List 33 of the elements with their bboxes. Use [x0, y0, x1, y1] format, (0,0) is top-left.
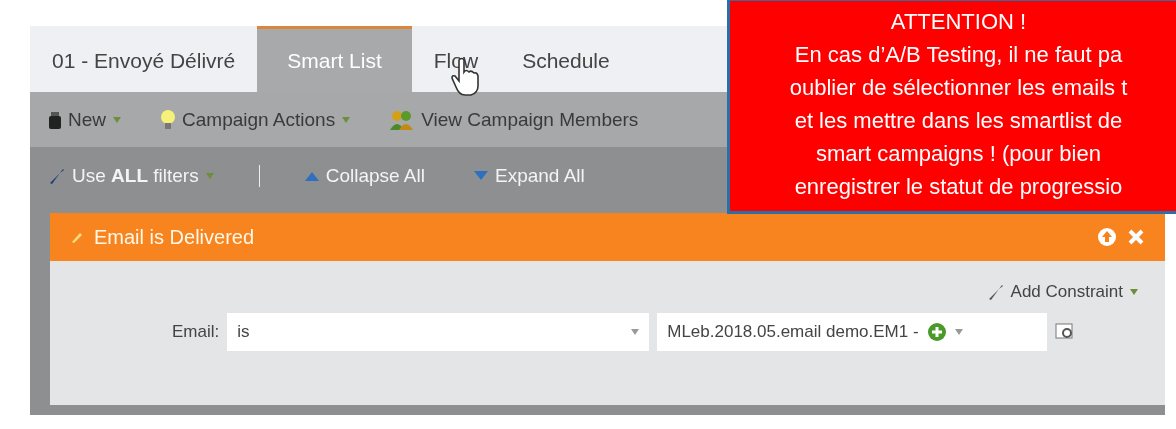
- toolbar-button[interactable]: Campaign Actions: [156, 104, 356, 135]
- lightbulb-icon: [160, 108, 176, 131]
- notice-text: En cas d’A/B Testing, il ne faut pa: [794, 41, 1123, 69]
- notice-title: ATTENTION !: [890, 8, 1027, 36]
- people-icon: [389, 108, 416, 131]
- collapse-all-button[interactable]: Collapse All: [299, 161, 429, 191]
- operator-dropdown[interactable]: is: [227, 313, 650, 351]
- add-icon[interactable]: [926, 322, 947, 342]
- tab[interactable]: Schedule: [500, 26, 632, 92]
- caret-icon: [1129, 288, 1139, 296]
- toolbar-button[interactable]: View Campaign Members: [385, 104, 643, 135]
- bin-icon: [48, 109, 62, 130]
- expand-all-button[interactable]: Expand All: [469, 161, 589, 191]
- toolbar-button[interactable]: New: [44, 104, 126, 135]
- add-constraint-button[interactable]: Add Constraint: [980, 281, 1145, 303]
- preview-icon[interactable]: [1055, 323, 1076, 341]
- field-label: Email:: [172, 322, 220, 342]
- expand-icon: [473, 170, 489, 182]
- close-icon[interactable]: [1127, 228, 1145, 246]
- notice-text: et les mettre dans les smartlist de: [794, 107, 1123, 135]
- notice-text: enregistrer le statut de progressio: [794, 173, 1123, 201]
- rule-menu[interactable]: Use ALL filters: [44, 161, 219, 191]
- tab[interactable]: 01 - Envoyé Délivré: [30, 26, 258, 92]
- pencil-icon: [70, 230, 84, 244]
- notice-text: oublier de sélectionner les emails t: [789, 74, 1128, 102]
- move-up-icon[interactable]: [1097, 227, 1117, 247]
- caret-icon: [631, 329, 640, 335]
- email-dropdown[interactable]: MLeb.2018.05.email demo.EM1 -: [657, 313, 1048, 351]
- notice-text: smart campaigns ! (pour bien: [816, 140, 1101, 168]
- caret-icon: [954, 329, 963, 335]
- collapse-icon: [303, 170, 320, 182]
- filter-title: Email is Delivered: [94, 225, 255, 249]
- caret-icon: [204, 172, 215, 180]
